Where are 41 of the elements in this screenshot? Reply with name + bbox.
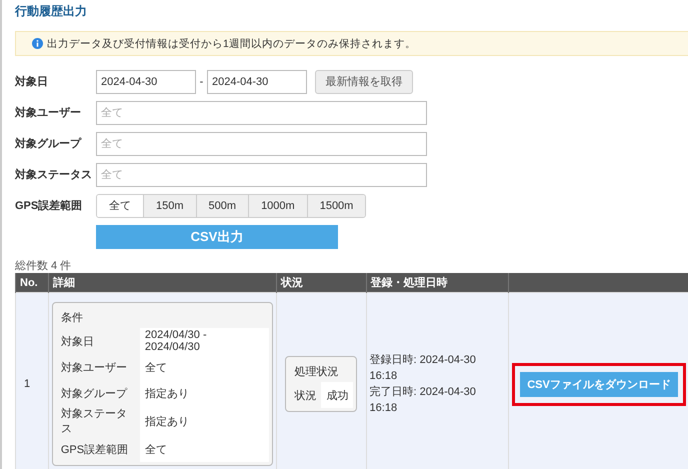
date-field[interactable]: 2024-04-30 (207, 70, 307, 94)
info-icon (32, 38, 43, 49)
page-title: 行動履歴出力 (15, 3, 88, 20)
refresh-button[interactable]: 最新情報を取得 (315, 70, 413, 94)
notice-text: 出力データ及び受付情報は受付から1週間以内のデータのみ保持されます。 (47, 36, 416, 50)
status-title: 処理状況 (294, 366, 338, 378)
condition-label: GPS誤差範囲 (60, 444, 128, 456)
range-separator: - (198, 76, 204, 88)
field-label: 対象グループ (15, 136, 82, 151)
select-field[interactable]: 全て (96, 162, 427, 186)
column-header: 詳細 (52, 277, 75, 289)
condition-value: 2024/04/30 - 2024/04/30 (144, 329, 207, 353)
column-header: 登録・処理日時 (370, 277, 448, 289)
completed-time: 完了日時: 2024-04-30 16:18 (370, 384, 477, 416)
status-value: 成功 (326, 390, 348, 402)
field-label: 対象日 (15, 74, 49, 89)
range-option[interactable]: 150m (143, 194, 196, 216)
select-field[interactable]: 全て (96, 132, 427, 156)
condition-value: 全て (144, 362, 167, 374)
field-label: 対象ユーザー (15, 106, 82, 120)
status-label: 状況 (294, 390, 316, 402)
field-label: GPS誤差範囲 (15, 198, 84, 213)
column-header: No. (20, 276, 38, 288)
range-option[interactable]: 500m (196, 194, 248, 216)
conditions-title: 条件 (60, 312, 83, 324)
condition-value: 指定あり (144, 416, 189, 428)
condition-value: 指定あり (144, 388, 189, 400)
column-header: 状況 (281, 277, 304, 289)
registered-time: 登録日時: 2024-04-30 16:18 (370, 353, 477, 384)
condition-value: 全て (144, 444, 167, 456)
condition-label: 対象日 (60, 336, 94, 348)
select-field[interactable]: 全て (96, 100, 427, 124)
field-label: 対象ステータス (15, 168, 93, 182)
row-number: 1 (24, 378, 30, 390)
date-field[interactable]: 2024-04-30 (96, 70, 196, 94)
range-option[interactable]: 1000m (248, 194, 307, 216)
total-count: 総件数 4 件 (15, 259, 72, 273)
condition-label: 対象ユーザー (60, 362, 127, 374)
condition-label: 対象ステータス (60, 408, 127, 435)
condition-label: 対象グループ (60, 388, 127, 400)
range-option[interactable]: 1500m (306, 194, 366, 216)
